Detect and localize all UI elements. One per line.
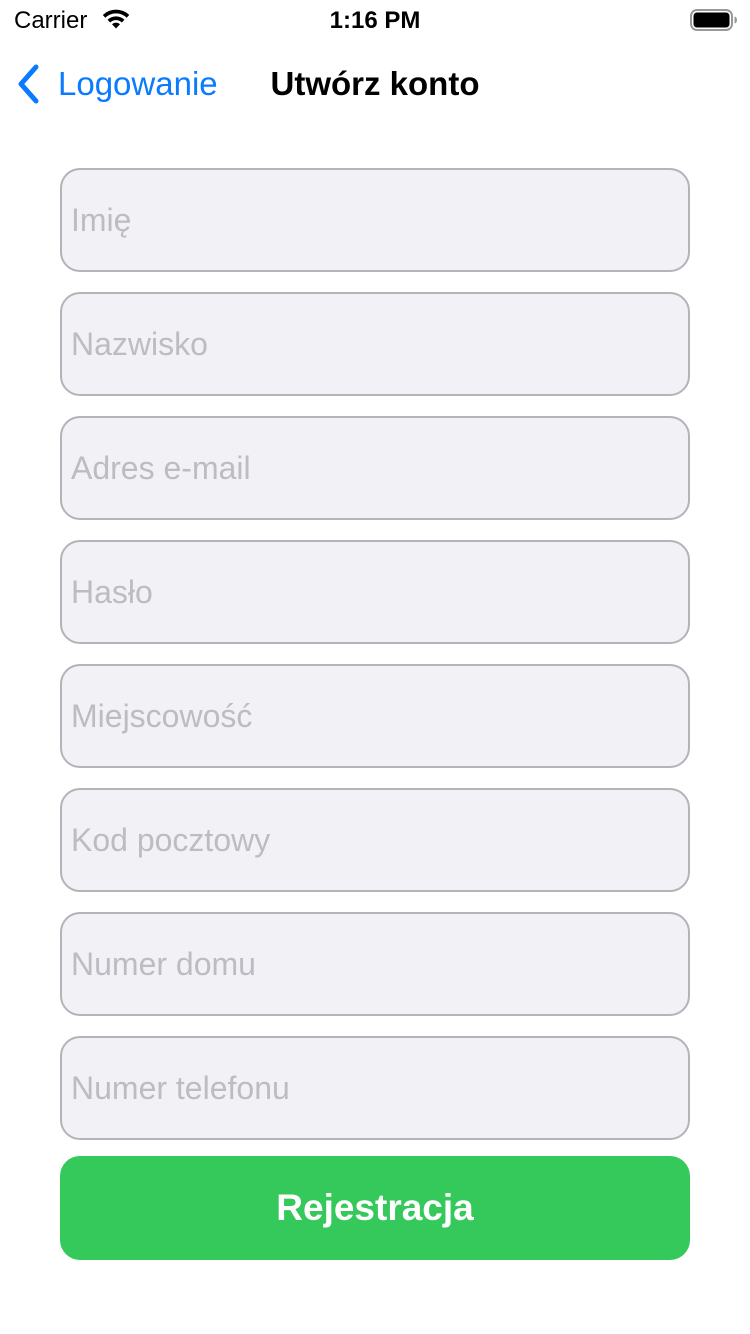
- last-name-input[interactable]: [71, 294, 688, 394]
- phone-number-input[interactable]: [71, 1038, 688, 1138]
- last-name-field[interactable]: [60, 292, 690, 396]
- city-input[interactable]: [71, 666, 688, 766]
- house-number-input[interactable]: [71, 914, 688, 1014]
- email-input[interactable]: [71, 418, 688, 518]
- password-input[interactable]: [71, 542, 688, 642]
- first-name-field[interactable]: [60, 168, 690, 272]
- password-field[interactable]: [60, 540, 690, 644]
- page-title: Utwórz konto: [270, 65, 480, 102]
- postal-code-input[interactable]: [71, 790, 688, 890]
- clock: 1:16 PM: [329, 7, 421, 34]
- email-field[interactable]: [60, 416, 690, 520]
- city-field[interactable]: [60, 664, 690, 768]
- battery-icon: [690, 9, 737, 31]
- registration-form: Rejestracja: [60, 168, 690, 1260]
- status-bar: Carrier 1:16 PM: [0, 0, 750, 40]
- house-number-field[interactable]: [60, 912, 690, 1016]
- navigation-bar: Logowanie Utwórz konto: [0, 40, 750, 128]
- phone-number-field[interactable]: [60, 1036, 690, 1140]
- postal-code-field[interactable]: [60, 788, 690, 892]
- register-button[interactable]: Rejestracja: [60, 1156, 690, 1260]
- first-name-input[interactable]: [71, 170, 688, 270]
